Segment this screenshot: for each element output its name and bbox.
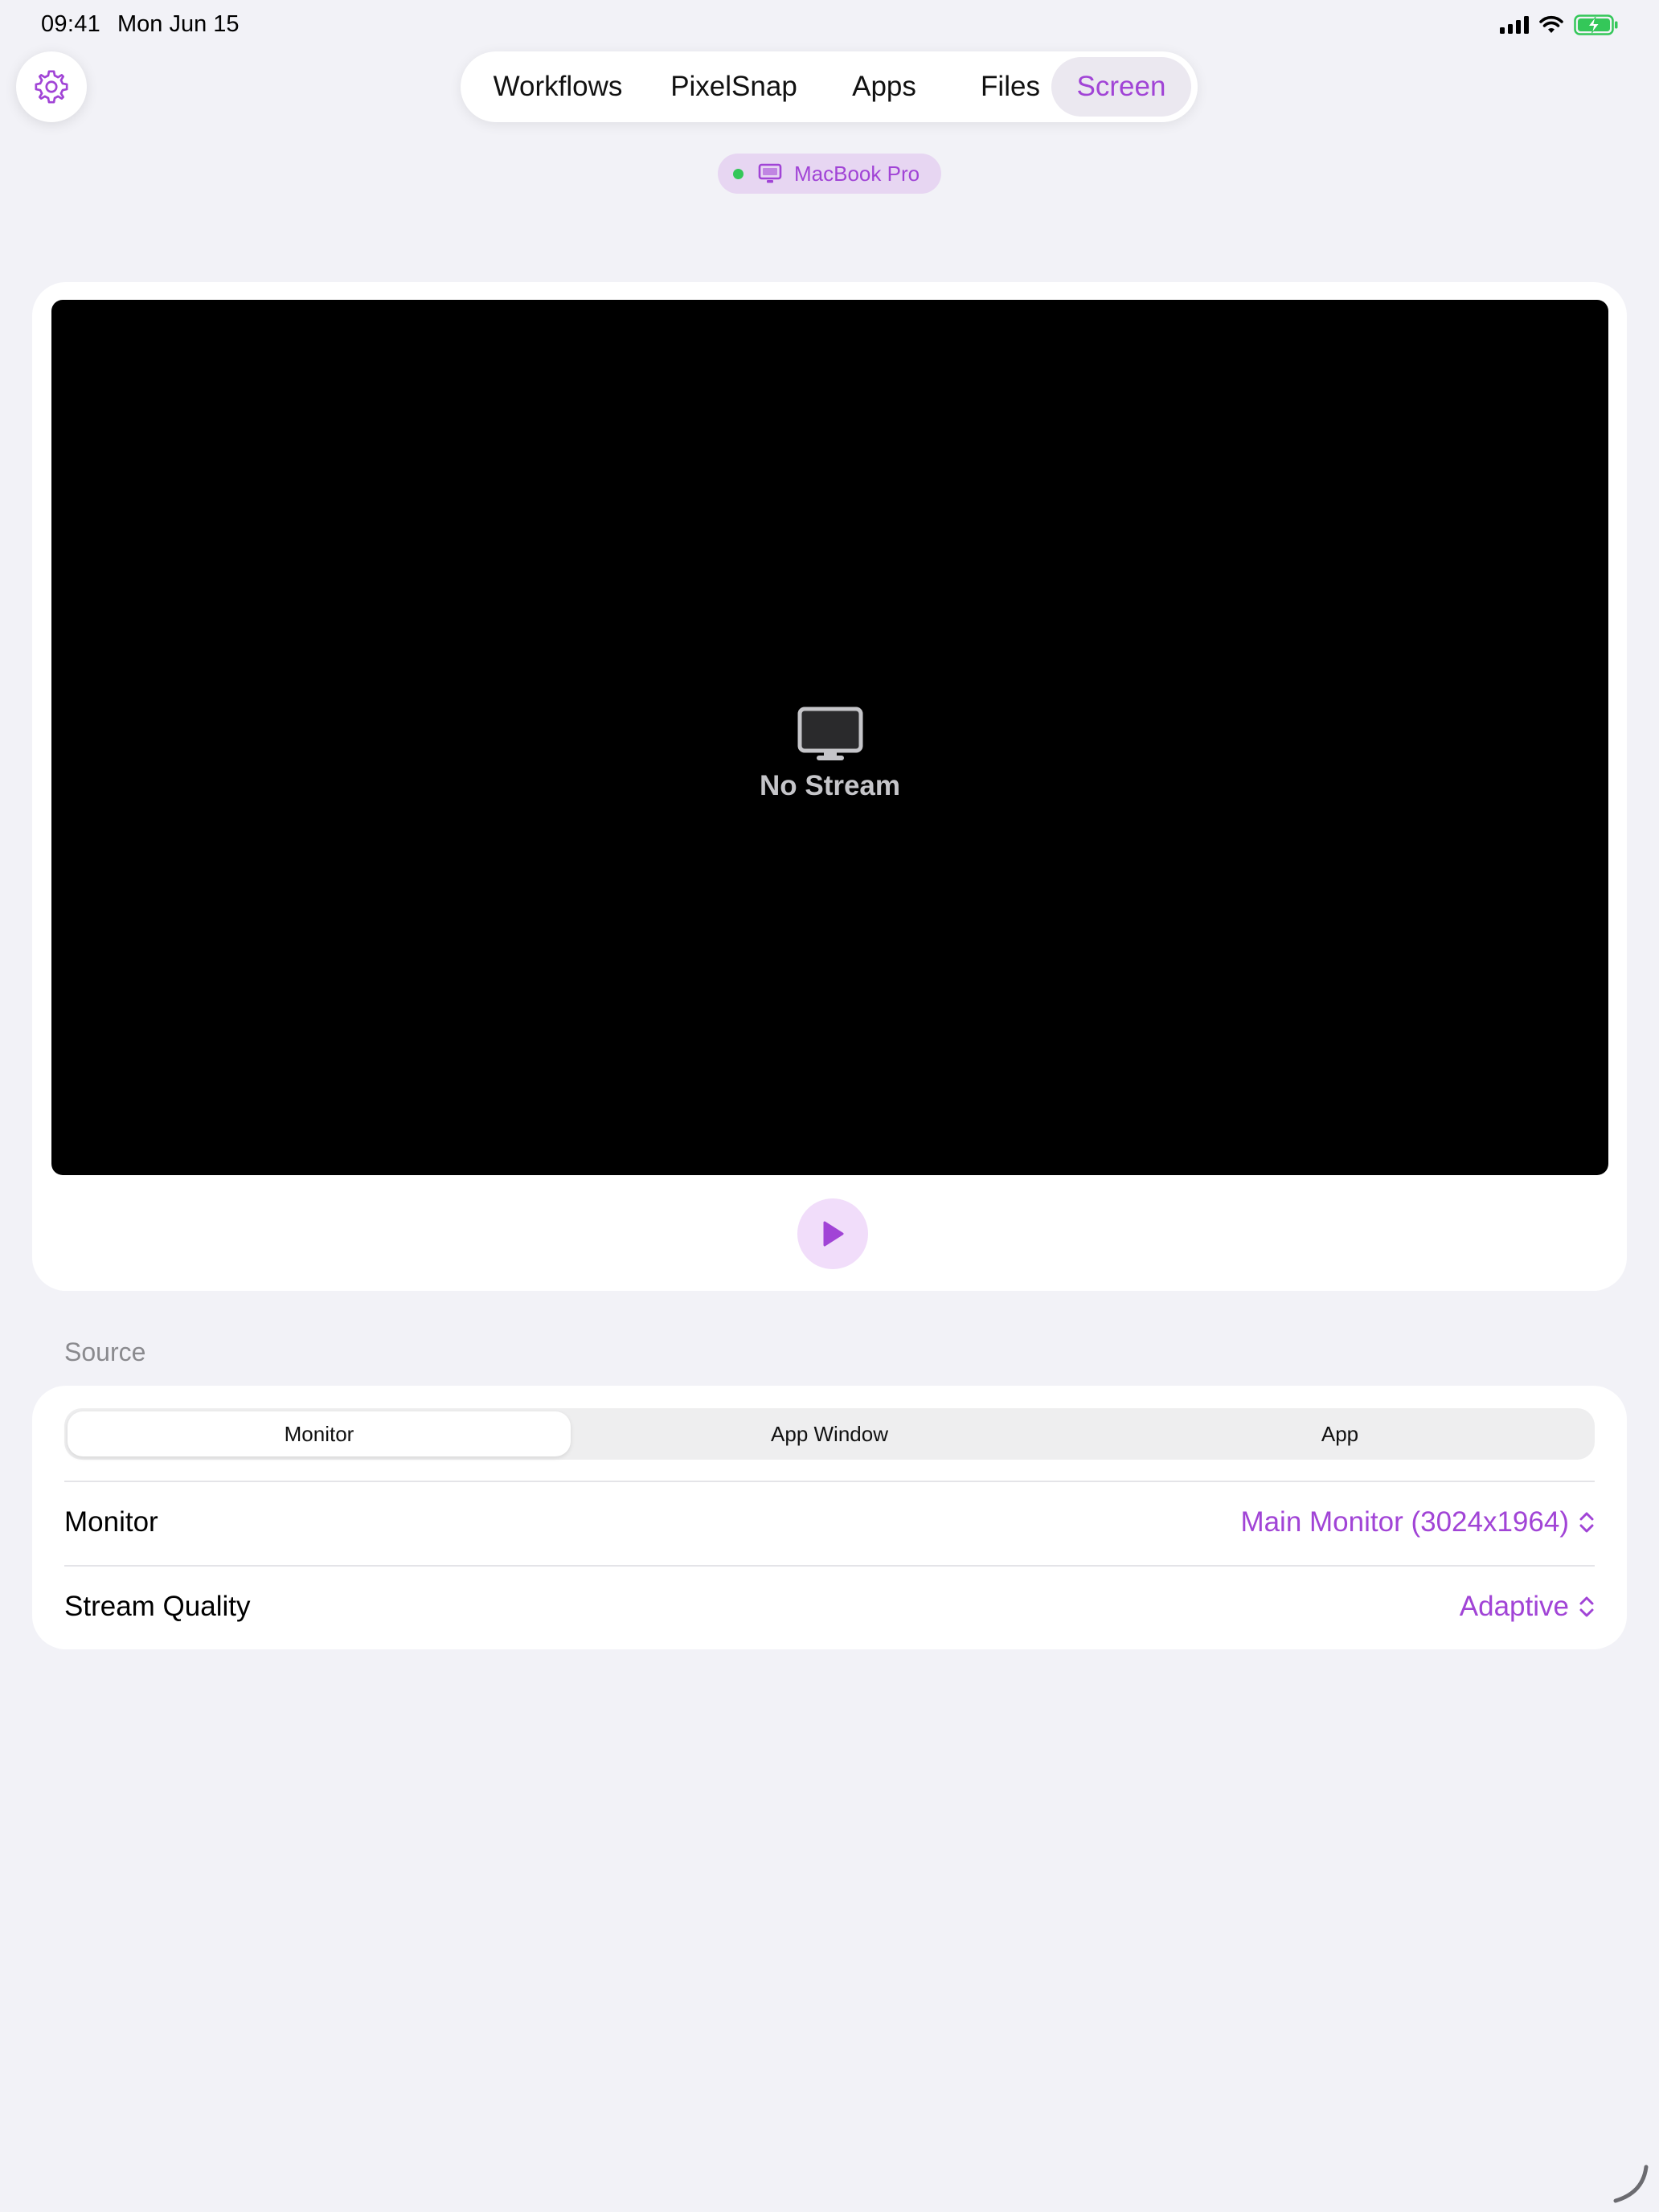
connection-status-dot xyxy=(733,168,743,179)
monitor-row-label: Monitor xyxy=(64,1506,158,1538)
no-stream-label: No Stream xyxy=(759,770,901,801)
top-tab-bar: Workflows PixelSnap Apps Files Screen xyxy=(461,51,1198,122)
chevron-up-down-icon xyxy=(1579,1596,1594,1617)
source-type-segmented-control: Monitor App Window App xyxy=(64,1408,1595,1460)
chevron-up-down-icon xyxy=(1579,1512,1594,1533)
settings-button[interactable] xyxy=(16,51,87,122)
tab-files[interactable]: Files xyxy=(957,57,1063,117)
source-section-header: Source xyxy=(64,1337,146,1366)
tab-apps[interactable]: Apps xyxy=(825,57,943,117)
gear-icon xyxy=(35,70,68,104)
stream-quality-picker[interactable]: Adaptive xyxy=(1460,1591,1595,1623)
tab-pixelsnap[interactable]: PixelSnap xyxy=(657,57,811,117)
display-icon xyxy=(797,707,862,760)
source-card: Monitor App Window App Monitor Main Moni… xyxy=(32,1386,1627,1649)
monitor-row[interactable]: Monitor Main Monitor (3024x1964) xyxy=(64,1482,1595,1564)
wifi-icon xyxy=(1539,15,1563,33)
monitor-picker[interactable]: Main Monitor (3024x1964) xyxy=(1240,1506,1595,1538)
cellular-signal-icon xyxy=(1500,16,1529,34)
stream-quality-row-label: Stream Quality xyxy=(64,1591,251,1622)
device-chip[interactable]: MacBook Pro xyxy=(718,154,941,194)
stream-quality-row[interactable]: Stream Quality Adaptive xyxy=(64,1567,1595,1649)
status-time: 09:41 xyxy=(41,11,101,37)
status-icons xyxy=(1500,14,1619,35)
tab-screen[interactable]: Screen xyxy=(1051,57,1191,117)
status-date: Mon Jun 15 xyxy=(117,11,240,37)
monitor-picker-value: Main Monitor (3024x1964) xyxy=(1240,1506,1569,1538)
stream-quality-picker-value: Adaptive xyxy=(1459,1591,1569,1622)
device-name: MacBook Pro xyxy=(794,161,920,186)
screen-page: 09:41 Mon Jun 15 Workflows PixelSnap App… xyxy=(0,0,1659,2212)
stream-card: No Stream xyxy=(32,282,1627,1291)
play-icon xyxy=(823,1221,844,1247)
resize-handle-icon[interactable] xyxy=(1611,2164,1651,2204)
tab-workflows[interactable]: Workflows xyxy=(478,57,637,117)
segment-monitor[interactable]: Monitor xyxy=(68,1411,571,1456)
no-stream-placeholder: No Stream xyxy=(51,706,1608,802)
battery-charging-icon xyxy=(1574,14,1618,35)
stream-view: No Stream xyxy=(51,300,1608,1175)
play-button[interactable] xyxy=(797,1198,868,1269)
segment-app-window[interactable]: App Window xyxy=(578,1411,1081,1456)
laptop-icon xyxy=(758,163,782,183)
segment-app[interactable]: App xyxy=(1088,1411,1591,1456)
status-bar: 09:41 Mon Jun 15 xyxy=(0,0,1659,51)
